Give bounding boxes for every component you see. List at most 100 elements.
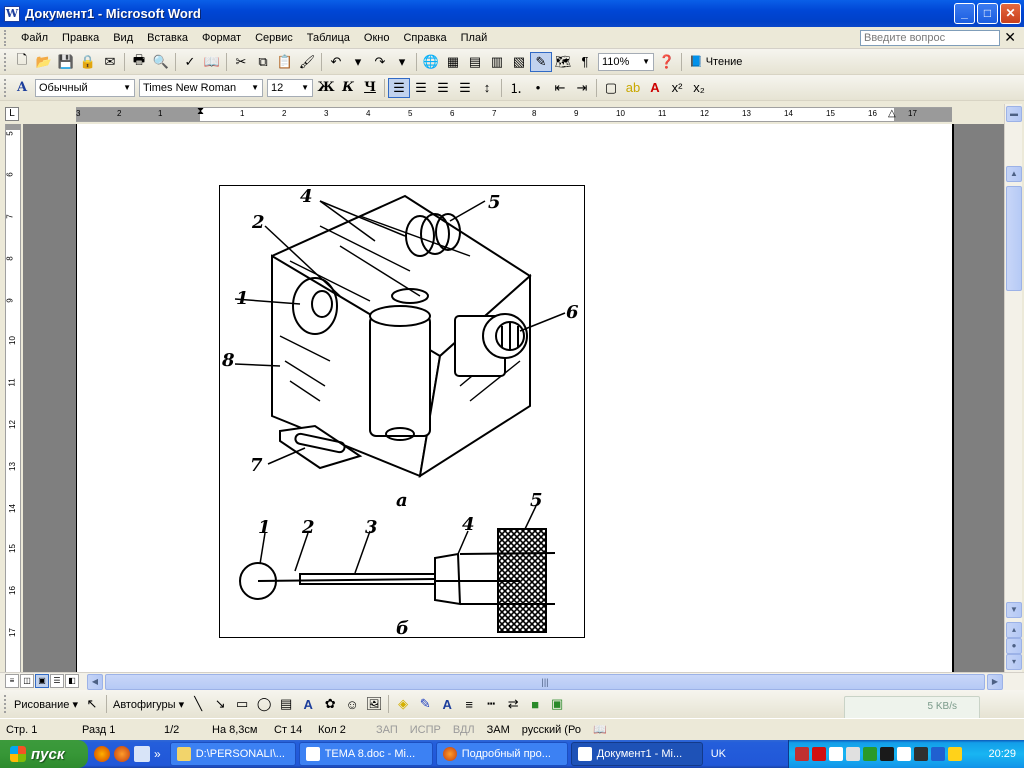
- diagram-icon[interactable]: ✿: [319, 694, 341, 714]
- 3d-style-icon[interactable]: ▣: [546, 694, 568, 714]
- dash-style-icon[interactable]: ┅: [480, 694, 502, 714]
- bold-button[interactable]: Ж: [315, 78, 337, 98]
- permission-icon[interactable]: 🔒: [77, 52, 99, 72]
- scroll-left-icon[interactable]: ◀: [87, 674, 103, 690]
- underline-button[interactable]: Ч: [359, 78, 381, 98]
- superscript-icon[interactable]: x²: [666, 78, 688, 98]
- opera-icon[interactable]: [94, 746, 110, 762]
- wordart-icon[interactable]: A: [297, 694, 319, 714]
- status-language[interactable]: русский (Ро: [516, 724, 587, 736]
- status-record[interactable]: ЗАП: [370, 724, 404, 736]
- shadow-style-icon[interactable]: ■: [524, 694, 546, 714]
- taskbar-item-tema8[interactable]: TEMA 8.doc - Mi...: [298, 742, 433, 766]
- previous-page-icon[interactable]: ▴: [1006, 622, 1022, 638]
- font-size-select[interactable]: 12 ▼: [267, 78, 313, 97]
- line-spacing-icon[interactable]: ↕: [476, 78, 498, 98]
- numbering-icon[interactable]: ⒈: [505, 78, 527, 98]
- document-area[interactable]: 1 2 4 5 6 7 8 а 1 2 3 4 5 б: [23, 124, 1004, 672]
- menu-format[interactable]: Формат: [195, 32, 248, 44]
- clip-art-icon[interactable]: ☺: [341, 694, 363, 714]
- web-view-icon[interactable]: ◫: [20, 674, 34, 688]
- line-icon[interactable]: ╲: [187, 694, 209, 714]
- status-overtype[interactable]: ЗАМ: [481, 724, 516, 736]
- line-color-icon[interactable]: ✎: [414, 694, 436, 714]
- vertical-scrollbar[interactable]: ▬ ▲ ▼ ▴ ● ▾: [1004, 104, 1022, 672]
- tray-app-icon[interactable]: [880, 747, 894, 761]
- oval-icon[interactable]: ◯: [253, 694, 275, 714]
- font-color-icon[interactable]: A: [436, 694, 458, 714]
- toolbar-grip[interactable]: [4, 52, 7, 71]
- right-indent-marker-icon[interactable]: △: [888, 108, 896, 119]
- subscript-icon[interactable]: x₂: [688, 78, 710, 98]
- font-select[interactable]: Times New Roman ▼: [139, 78, 263, 97]
- font-color-icon[interactable]: A: [644, 78, 666, 98]
- decrease-indent-icon[interactable]: ⇤: [549, 78, 571, 98]
- text-box-icon[interactable]: ▤: [275, 694, 297, 714]
- print-icon[interactable]: 🖶: [128, 52, 150, 72]
- document-page[interactable]: 1 2 4 5 6 7 8 а 1 2 3 4 5 б: [76, 124, 954, 672]
- insert-excel-icon[interactable]: ▥: [486, 52, 508, 72]
- fill-color-icon[interactable]: ◈: [392, 694, 414, 714]
- menu-view[interactable]: Вид: [106, 32, 140, 44]
- borders-icon[interactable]: ▢: [600, 78, 622, 98]
- language-indicator[interactable]: UK: [703, 748, 734, 760]
- taskbar-item-folder[interactable]: D:\PERSONALI\...: [169, 742, 296, 766]
- highlight-icon[interactable]: ab: [622, 78, 644, 98]
- style-select[interactable]: Обычный ▼: [35, 78, 135, 97]
- help-question-input[interactable]: Введите вопрос: [860, 30, 1000, 46]
- close-button[interactable]: ✕: [1000, 3, 1021, 24]
- menu-help[interactable]: Справка: [396, 32, 453, 44]
- toolbar-grip[interactable]: [4, 78, 7, 97]
- status-column[interactable]: Кол 2: [312, 724, 370, 736]
- align-right-icon[interactable]: ☰: [432, 78, 454, 98]
- tray-app-icon[interactable]: [914, 747, 928, 761]
- document-map-icon[interactable]: 🗺: [552, 52, 574, 72]
- autoshapes-menu[interactable]: Автофигуры ▾: [110, 698, 187, 711]
- arrow-icon[interactable]: ↘: [209, 694, 231, 714]
- show-desktop-icon[interactable]: [134, 746, 150, 762]
- italic-button[interactable]: К: [337, 78, 359, 98]
- increase-indent-icon[interactable]: ⇥: [571, 78, 593, 98]
- kaspersky-icon[interactable]: [812, 747, 826, 761]
- tray-app-icon[interactable]: [948, 747, 962, 761]
- split-handle-icon[interactable]: ▬: [1006, 106, 1022, 122]
- vertical-scroll-thumb[interactable]: [1006, 186, 1022, 291]
- menu-grip[interactable]: [4, 29, 8, 46]
- paste-icon[interactable]: 📋: [274, 52, 296, 72]
- tray-app-icon[interactable]: [829, 747, 843, 761]
- technical-figure[interactable]: 1 2 4 5 6 7 8 а 1 2 3 4 5 б: [219, 185, 585, 639]
- next-page-icon[interactable]: ▾: [1006, 654, 1022, 670]
- drawing-icon[interactable]: ✎: [530, 51, 552, 72]
- outline-view-icon[interactable]: ☰: [50, 674, 64, 688]
- tables-borders-icon[interactable]: ▦: [442, 52, 464, 72]
- status-section[interactable]: Разд 1: [76, 724, 158, 736]
- rectangle-icon[interactable]: ▭: [231, 694, 253, 714]
- status-page-count[interactable]: 1/2: [158, 724, 206, 736]
- minimize-button[interactable]: _: [954, 3, 975, 24]
- word-app-icon[interactable]: W: [4, 5, 20, 22]
- menu-window[interactable]: Окно: [357, 32, 397, 44]
- status-page[interactable]: Стр. 1: [0, 724, 76, 736]
- volume-icon[interactable]: [846, 747, 860, 761]
- redo-dropdown-icon[interactable]: ▾: [391, 52, 413, 72]
- open-folder-icon[interactable]: 📂: [33, 52, 55, 72]
- toolbar-grip[interactable]: [4, 695, 7, 713]
- horizontal-ruler[interactable]: 3 2 1 1 2 3 4 5 6 7 8 9 10 11 12 13 14 1…: [76, 106, 952, 122]
- justify-icon[interactable]: ☰: [454, 78, 476, 98]
- menu-tools[interactable]: Сервис: [248, 32, 300, 44]
- horizontal-scroll-thumb[interactable]: |||: [105, 674, 985, 690]
- research-icon[interactable]: 📖: [201, 52, 223, 72]
- menu-insert[interactable]: Вставка: [140, 32, 195, 44]
- menu-file[interactable]: Файл: [14, 32, 55, 44]
- undo-dropdown-icon[interactable]: ▾: [347, 52, 369, 72]
- vertical-ruler[interactable]: 5 6 7 8 9 10 11 12 13 14 15 16 17: [5, 124, 21, 672]
- indent-marker-icon[interactable]: ⧗: [197, 106, 204, 117]
- network-icon[interactable]: [863, 747, 877, 761]
- select-pointer-icon[interactable]: ↖: [81, 694, 103, 714]
- cut-icon[interactable]: ✂: [230, 52, 252, 72]
- copy-icon[interactable]: ⧉: [252, 52, 274, 72]
- hyperlink-icon[interactable]: 🌐: [420, 52, 442, 72]
- insert-picture-icon[interactable]: 🖼: [363, 694, 385, 714]
- spelling-icon[interactable]: ✓: [179, 52, 201, 72]
- title-bar[interactable]: W Документ1 - Microsoft Word _ □ ✕: [0, 0, 1024, 27]
